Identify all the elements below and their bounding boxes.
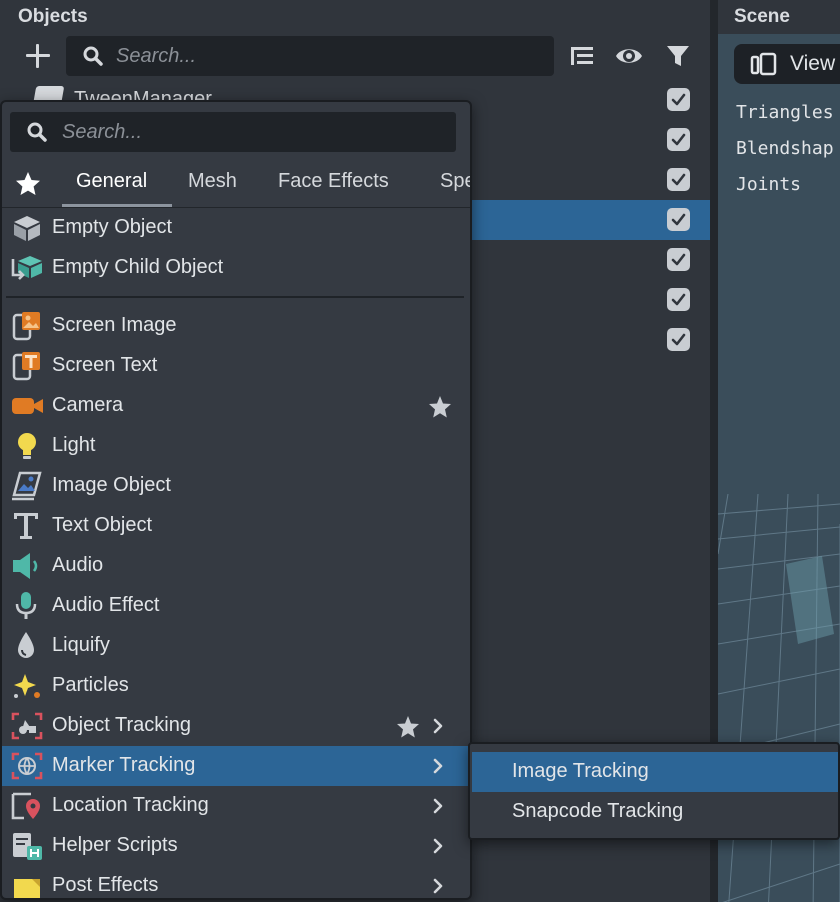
chevron-right-icon (428, 876, 448, 896)
menu-item-label: Screen Image (52, 314, 177, 336)
menu-item-label: Post Effects (52, 874, 159, 896)
marker-tracking-icon (10, 751, 44, 781)
menu-item-empty-object[interactable]: Empty Object (2, 208, 470, 248)
image-object-icon (10, 471, 44, 501)
scene-stat-triangles: Triangles (736, 102, 834, 123)
menu-item-label: Audio Effect (52, 594, 160, 616)
menu-item-post-effects[interactable]: Post Effects (2, 866, 470, 898)
marker-tracking-submenu: Image Tracking Snapcode Tracking (468, 742, 840, 840)
particles-icon (10, 671, 44, 701)
chevron-right-icon (428, 716, 448, 736)
view-cards-icon (750, 52, 780, 78)
chevron-right-icon (428, 836, 448, 856)
liquify-icon (10, 631, 44, 661)
search-icon (26, 121, 48, 143)
menu-search-input[interactable]: Search... (10, 112, 456, 152)
favorite-star-icon[interactable] (395, 714, 421, 740)
objects-search-input[interactable]: Search... (66, 36, 554, 76)
menu-item-screen-text[interactable]: Screen Text (2, 346, 470, 386)
post-effects-icon (10, 871, 44, 898)
menu-item-image-object[interactable]: Image Object (2, 466, 470, 506)
submenu-item-label: Image Tracking (512, 760, 649, 782)
view-button-label: View (790, 52, 836, 75)
empty-object-icon (10, 213, 44, 243)
visibility-checkbox[interactable] (667, 248, 690, 271)
menu-item-label: Location Tracking (52, 794, 209, 816)
favorites-star-icon[interactable] (14, 170, 42, 198)
favorite-star-icon[interactable] (427, 394, 453, 420)
eye-icon[interactable] (615, 42, 643, 70)
chevron-right-icon (428, 756, 448, 776)
scene-stat-blendshapes: Blendshap (736, 138, 834, 159)
menu-item-camera[interactable]: Camera (2, 386, 470, 426)
visibility-checkbox[interactable] (667, 128, 690, 151)
menu-item-object-tracking[interactable]: Object Tracking (2, 706, 470, 746)
tab-face-effects[interactable]: Face Effects (278, 170, 389, 193)
visibility-checkbox[interactable] (667, 288, 690, 311)
screen-image-icon (10, 311, 44, 341)
menu-item-label: Screen Text (52, 354, 158, 376)
objects-search-placeholder: Search... (116, 45, 197, 67)
menu-item-marker-tracking[interactable]: Marker Tracking (2, 746, 470, 786)
menu-item-label: Marker Tracking (52, 754, 196, 776)
screen-text-icon (10, 351, 44, 381)
menu-tabs: General Mesh Face Effects Spe (2, 158, 470, 208)
tab-general[interactable]: General (76, 170, 147, 193)
menu-item-label: Camera (52, 394, 124, 416)
text-object-icon (10, 511, 44, 541)
menu-item-empty-child-object[interactable]: Empty Child Object (2, 248, 470, 288)
menu-item-helper-scripts[interactable]: Helper Scripts (2, 826, 470, 866)
menu-item-particles[interactable]: Particles (2, 666, 470, 706)
object-tracking-icon (10, 711, 44, 741)
menu-item-label: Object Tracking (52, 714, 191, 736)
menu-item-liquify[interactable]: Liquify (2, 626, 470, 666)
tab-special[interactable]: Spe (440, 170, 470, 193)
visibility-checkbox[interactable] (667, 208, 690, 231)
menu-item-light[interactable]: Light (2, 426, 470, 466)
submenu-item-snapcode-tracking[interactable]: Snapcode Tracking (472, 792, 838, 832)
active-tab-indicator (62, 204, 172, 207)
view-button[interactable]: View (734, 44, 840, 84)
add-object-button[interactable] (22, 40, 54, 72)
objects-panel-title: Objects (18, 6, 88, 27)
menu-item-label: Empty Child Object (52, 256, 224, 278)
menu-item-screen-image[interactable]: Screen Image (2, 306, 470, 346)
menu-item-text-object[interactable]: Text Object (2, 506, 470, 546)
camera-icon (10, 391, 44, 421)
search-icon (82, 45, 104, 67)
visibility-checkbox[interactable] (667, 88, 690, 111)
menu-item-label: Light (52, 434, 96, 456)
menu-item-label: Particles (52, 674, 129, 696)
menu-item-label: Text Object (52, 514, 153, 536)
menu-item-label: Liquify (52, 634, 110, 656)
scene-grid (718, 494, 840, 902)
add-object-menu: Search... General Mesh Face Effects Sp e … (0, 100, 472, 900)
menu-item-label: Image Object (52, 474, 171, 496)
menu-item-label: Empty Object (52, 216, 173, 238)
menu-item-audio[interactable]: Audio (2, 546, 470, 586)
submenu-item-image-tracking[interactable]: Image Tracking (472, 752, 838, 792)
location-tracking-icon (10, 791, 44, 821)
menu-item-location-tracking[interactable]: Location Tracking (2, 786, 470, 826)
light-icon (10, 431, 44, 461)
tab-mesh[interactable]: Mesh (188, 170, 237, 193)
menu-divider (6, 296, 464, 298)
filter-icon[interactable] (664, 42, 692, 70)
scene-stat-joints: Joints (736, 174, 802, 195)
scene-panel-title: Scene (734, 6, 790, 27)
menu-item-label: Helper Scripts (52, 834, 178, 856)
audio-effect-icon (10, 591, 44, 621)
visibility-checkbox[interactable] (667, 328, 690, 351)
chevron-right-icon (428, 796, 448, 816)
empty-child-object-icon (10, 253, 44, 283)
menu-item-audio-effect[interactable]: Audio Effect (2, 586, 470, 626)
audio-icon (10, 551, 44, 581)
menu-search-placeholder: Search... (62, 121, 143, 143)
helper-scripts-icon (10, 831, 44, 861)
visibility-checkbox[interactable] (667, 168, 690, 191)
submenu-item-label: Snapcode Tracking (512, 800, 684, 822)
hierarchy-list-icon[interactable] (568, 42, 596, 70)
menu-item-label: Audio (52, 554, 104, 576)
